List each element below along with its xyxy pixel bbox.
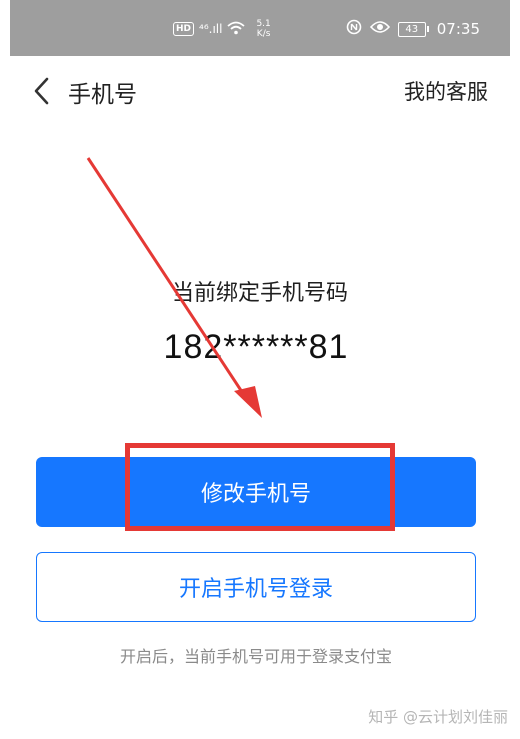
battery-tip	[426, 26, 429, 32]
nav-bar: 手机号 我的客服	[0, 56, 520, 126]
battery-icon: 43	[397, 21, 429, 37]
network-speed-unit: K/s	[256, 29, 271, 39]
back-button[interactable]	[26, 74, 56, 108]
eye-icon	[369, 20, 390, 38]
status-left: HD ⁴⁶.ıll 5.1 K/s	[173, 17, 271, 41]
bound-phone-label: 当前绑定手机号码	[171, 281, 348, 306]
signal-icon: ⁴⁶.ıll	[199, 22, 223, 36]
network-speed: 5.1 K/s	[256, 19, 270, 39]
modify-phone-button[interactable]: 修改手机号	[36, 457, 476, 527]
wifi-icon	[227, 21, 246, 38]
enable-phone-login-button[interactable]: 开启手机号登录	[36, 552, 476, 622]
status-bar: HD ⁴⁶.ıll 5.1 K/s 43 07:35	[10, 0, 510, 56]
bound-phone-number: 182******81	[163, 328, 349, 366]
page-title: 手机号	[68, 82, 137, 108]
nfc-icon	[346, 19, 362, 39]
customer-service-link[interactable]: 我的客服	[404, 76, 488, 106]
hd-badge: HD	[173, 22, 195, 36]
battery-level: 43	[397, 21, 426, 37]
status-right: 43 07:35	[346, 17, 480, 41]
watermark: 知乎 @云计划刘佳丽	[368, 708, 508, 726]
status-time: 07:35	[436, 20, 480, 38]
chevron-left-icon	[34, 77, 49, 105]
login-hint-text: 开启后，当前手机号可用于登录支付宝	[119, 647, 392, 666]
network-speed-value: 5.1	[256, 19, 271, 29]
